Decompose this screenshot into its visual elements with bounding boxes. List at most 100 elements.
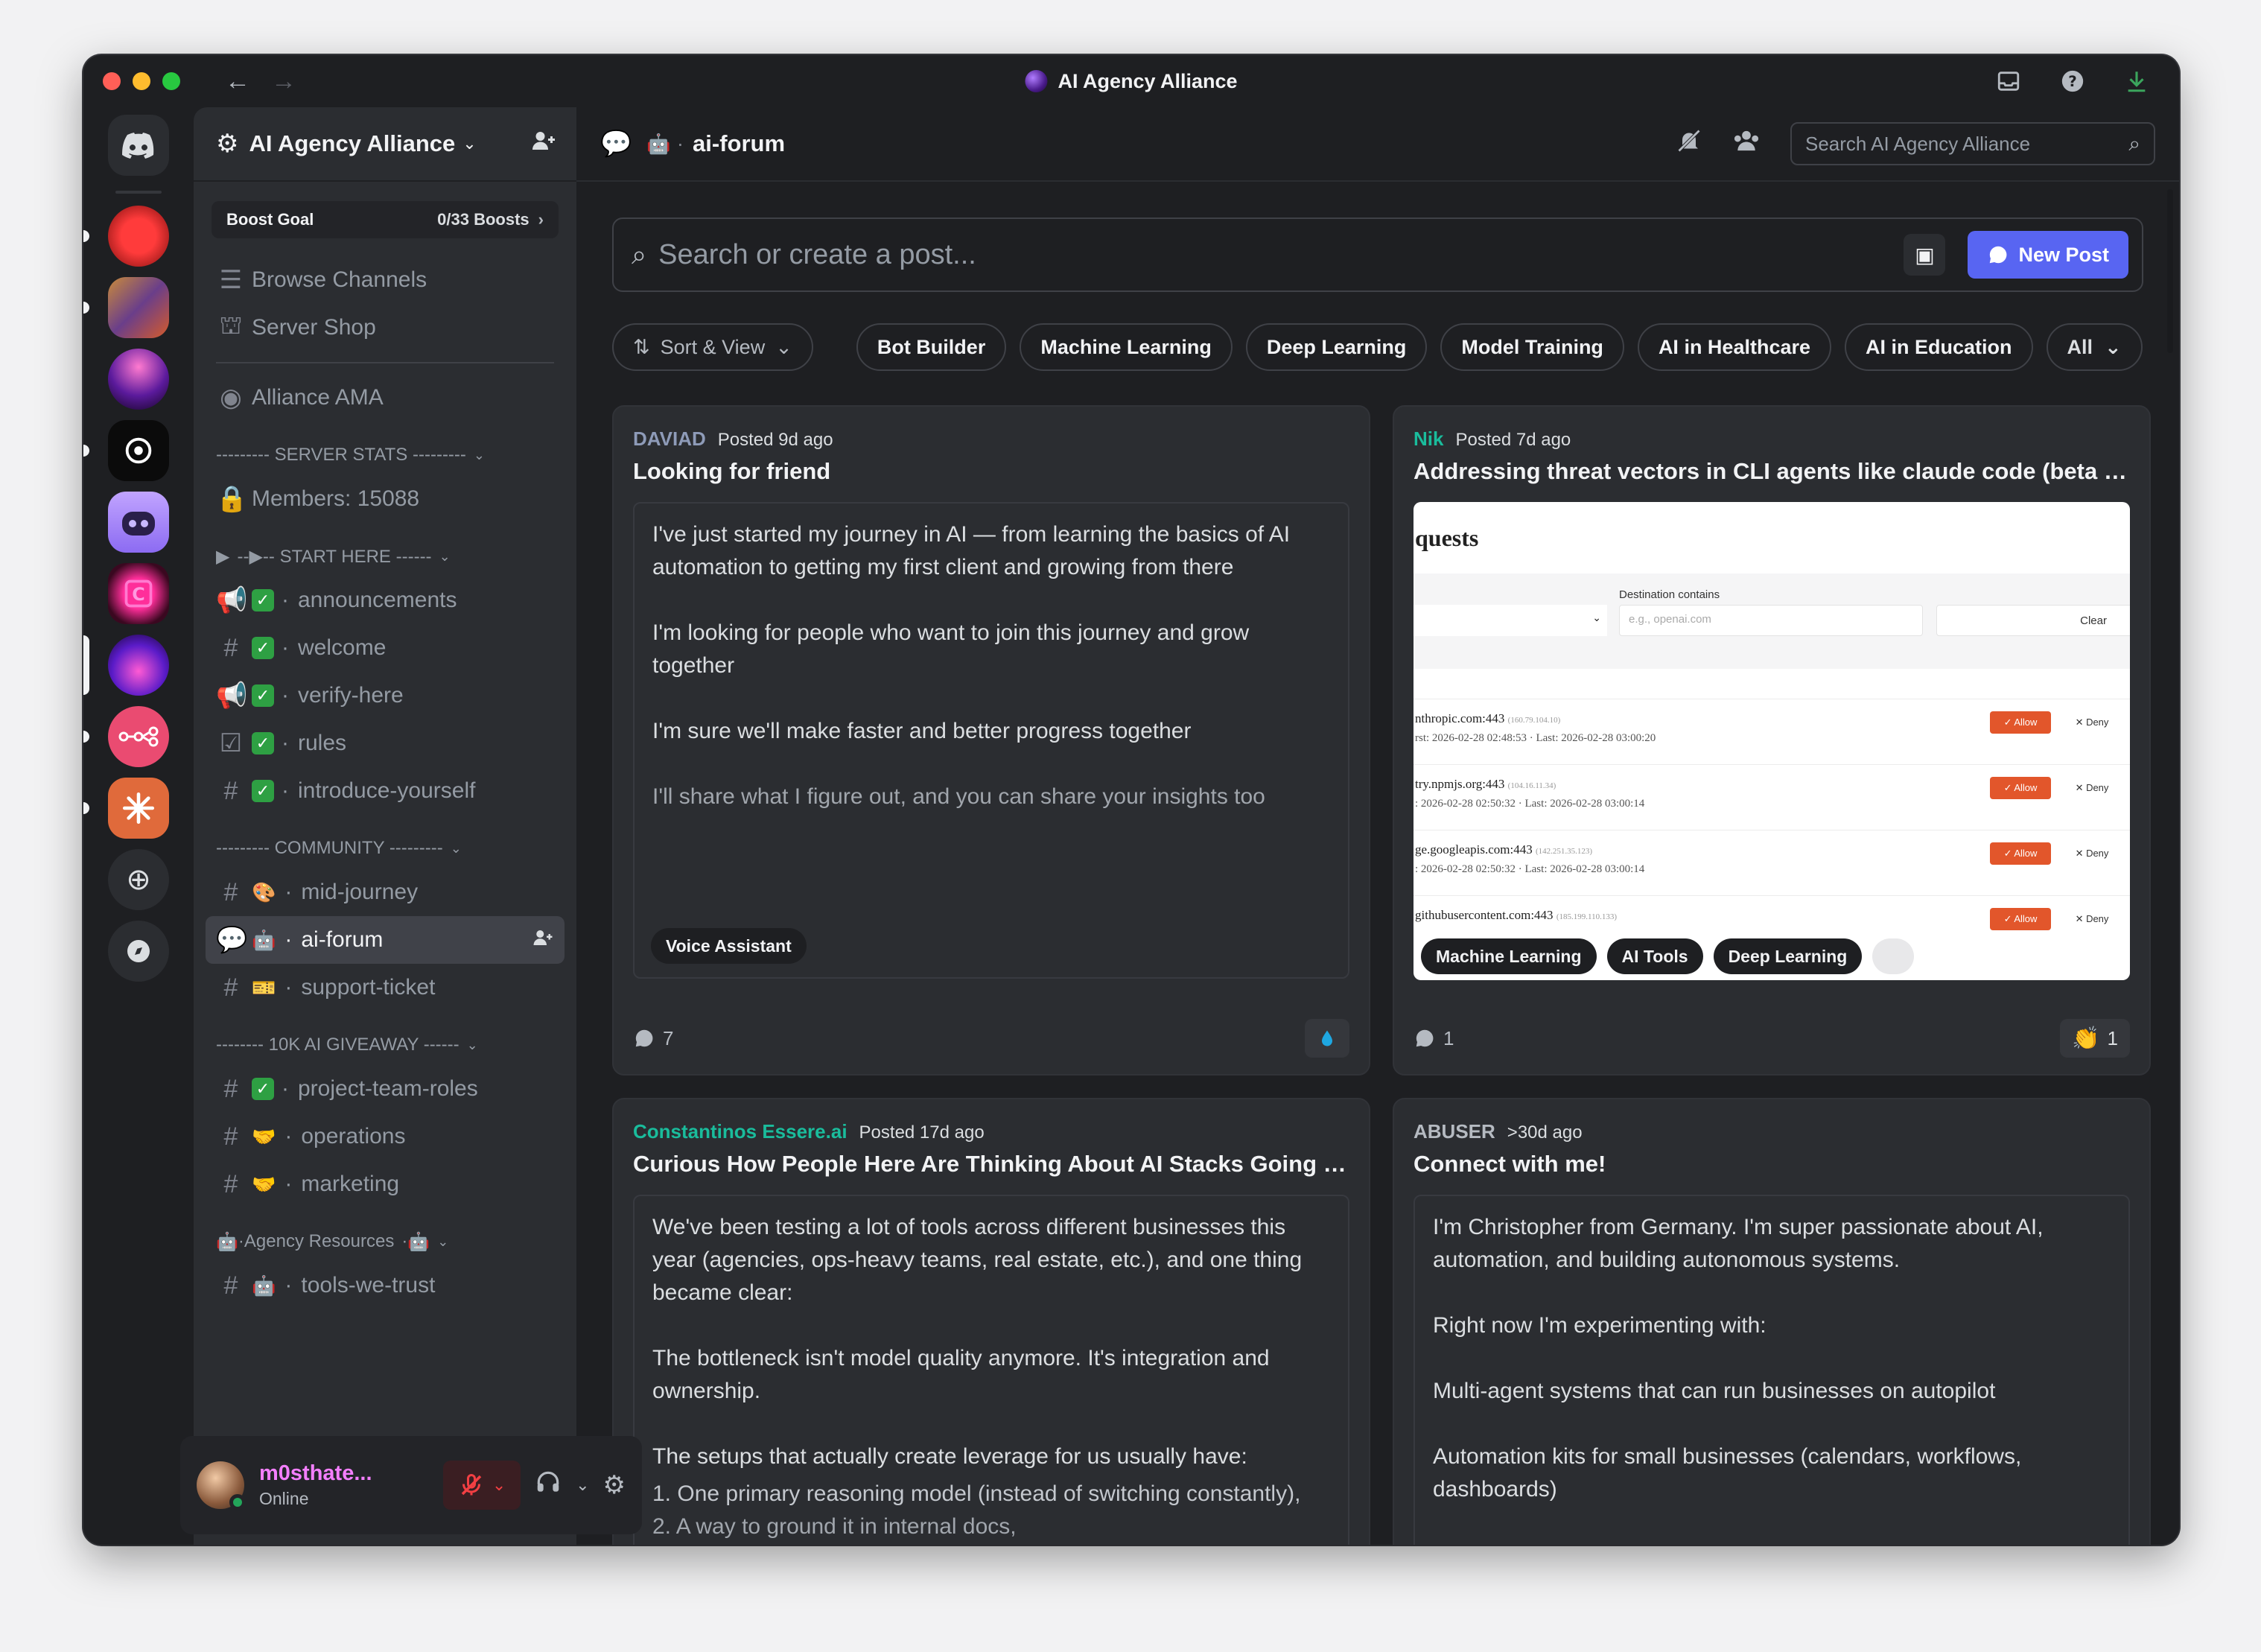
post-tag[interactable]: AI Tools (1606, 938, 1703, 974)
svg-text:?: ? (2068, 73, 2077, 90)
tag-filter[interactable]: Bot Builder (856, 323, 1007, 371)
reaction-button[interactable] (1305, 1019, 1349, 1058)
tag-filter[interactable]: AI in Healthcare (1637, 323, 1832, 371)
category-agency-resources[interactable]: 🤖 · Agency Resources · 🤖 ⌄ (206, 1221, 565, 1262)
server-header[interactable]: ⚙ AI Agency Alliance ⌄ (194, 107, 576, 182)
server-n8n[interactable] (83, 706, 169, 767)
server-ai-agency-alliance[interactable] (83, 635, 169, 696)
close-window-button[interactable] (103, 72, 121, 90)
category-giveaway[interactable]: -------- 10K AI GIVEAWAY ------ ⌄ (206, 1025, 565, 1065)
discord-logo-icon (122, 133, 154, 159)
chevron-right-icon: › (538, 210, 544, 229)
post-tag[interactable]: Voice Assistant (651, 928, 807, 964)
post-card[interactable]: ABUSER >30d ago Connect with me! I'm Chr… (1393, 1098, 2151, 1545)
minimize-window-button[interactable] (133, 72, 150, 90)
channel-support-ticket[interactable]: # 🎫 · support-ticket (206, 964, 565, 1011)
post-author[interactable]: Nik (1413, 428, 1443, 451)
headphones-icon[interactable] (534, 1468, 562, 1503)
user-info[interactable]: m0sthate... Online (259, 1461, 372, 1509)
post-author[interactable]: ABUSER (1413, 1120, 1495, 1143)
all-tags-dropdown[interactable]: All ⌄ (2046, 323, 2143, 371)
channel-marketing[interactable]: # 🤝 · marketing (206, 1160, 565, 1208)
preview-deny: ✕ Deny (2075, 717, 2109, 728)
boost-goal-bar[interactable]: Boost Goal 0/33 Boosts › (212, 201, 559, 238)
channel-alliance-ama[interactable]: ◉ Alliance AMA (206, 374, 565, 422)
post-tag[interactable]: Deep Learning (1713, 938, 1863, 974)
chevron-down-icon[interactable]: ⌄ (492, 1475, 506, 1495)
channel-verify-here[interactable]: 📢 ✓ · verify-here (206, 672, 565, 719)
category-server-stats[interactable]: --------- SERVER STATS --------- ⌄ (206, 435, 565, 475)
invite-to-channel-icon[interactable] (532, 927, 554, 954)
channel-operations[interactable]: # 🤝 · operations (206, 1113, 565, 1160)
server-bot-face[interactable] (108, 492, 169, 553)
robot-face-icon (122, 512, 155, 536)
post-card[interactable]: DAVIAD Posted 9d ago Looking for friend … (612, 405, 1370, 1076)
separator-dot: · (282, 683, 289, 708)
avatar[interactable] (197, 1461, 246, 1510)
more-tags-pill[interactable] (1872, 938, 1915, 974)
post-search-input[interactable]: ⌕ Search or create a post... ▣ New Post (612, 217, 2143, 292)
post-image-preview[interactable]: quests Destination contains ⌄ e.g., open… (1413, 502, 2130, 980)
server-eleven[interactable] (83, 420, 169, 481)
post-card[interactable]: Constantinos Essere.ai Posted 17d ago Cu… (612, 1098, 1370, 1545)
chevron-down-icon: ⌄ (466, 1037, 478, 1052)
user-settings-gear-icon[interactable]: ⚙ (603, 1470, 626, 1500)
server-red-robot[interactable] (83, 206, 169, 267)
server-search-input[interactable]: Search AI Agency Alliance ⌕ (1790, 122, 2155, 165)
check-emoji-icon: ✓ (252, 732, 274, 754)
post-tag[interactable]: Machine Learning (1421, 938, 1597, 974)
channel-mid-journey[interactable]: # 🎨 · mid-journey (206, 868, 565, 916)
tag-filter[interactable]: Model Training (1440, 323, 1624, 371)
channel-tools-we-trust[interactable]: # 🤖 · tools-we-trust (206, 1262, 565, 1309)
post-author[interactable]: Constantinos Essere.ai (633, 1120, 848, 1143)
channel-project-team-roles[interactable]: # ✓ · project-team-roles (206, 1065, 565, 1113)
category-label: --------- COMMUNITY --------- (216, 838, 443, 858)
server-neon-c[interactable]: C (108, 563, 169, 624)
category-start-here[interactable]: ▶ --▶-- START HERE ------ ⌄ (206, 536, 565, 576)
channel-ai-forum[interactable]: 💬 🤖 · ai-forum (206, 916, 565, 964)
notifications-muted-icon[interactable] (1676, 127, 1702, 160)
tag-filter[interactable]: Machine Learning (1020, 323, 1233, 371)
post-body: I'm Christopher from Germany. I'm super … (1413, 1195, 2130, 1545)
tag-filter[interactable]: AI in Education (1845, 323, 2033, 371)
new-post-button[interactable]: New Post (1968, 231, 2128, 279)
help-icon[interactable]: ? (2057, 66, 2088, 97)
add-server-button[interactable]: ⊕ (108, 849, 169, 910)
server-art[interactable] (83, 277, 169, 338)
back-arrow-icon[interactable]: ← (225, 67, 250, 96)
invite-people-icon[interactable] (530, 127, 557, 160)
chevron-down-icon: ⌄ (437, 1233, 449, 1249)
sort-view-button[interactable]: ⇅ Sort & View ⌄ (612, 323, 813, 371)
mute-button[interactable]: ⌄ (443, 1461, 521, 1510)
scrollbar[interactable] (2167, 189, 2173, 353)
chevron-down-icon[interactable]: ⌄ (576, 1475, 589, 1495)
tag-filter[interactable]: Deep Learning (1245, 323, 1428, 371)
unread-indicator (83, 230, 89, 242)
post-author[interactable]: DAVIAD (633, 428, 706, 451)
post-card[interactable]: Nik Posted 7d ago Addressing threat vect… (1393, 405, 2151, 1076)
reaction-button[interactable]: 👏 1 (2060, 1019, 2130, 1058)
channel-welcome[interactable]: # ✓ · welcome (206, 624, 565, 672)
download-icon[interactable] (2121, 66, 2152, 97)
search-icon: ⌕ (2128, 131, 2140, 155)
channel-announcements[interactable]: 📢 ✓ · announcements (206, 576, 565, 624)
image-icon[interactable]: ▣ (1904, 234, 1946, 276)
online-status-dot (229, 1494, 246, 1510)
member-list-icon[interactable] (1732, 127, 1761, 160)
post-paragraph: I've just started my journey in AI — fro… (652, 522, 1291, 579)
forward-arrow-icon[interactable]: → (271, 67, 296, 96)
direct-messages-button[interactable] (108, 115, 169, 176)
inbox-icon[interactable] (1993, 66, 2024, 97)
channel-members[interactable]: 🔒 Members: 15088 (206, 475, 565, 523)
browse-channels[interactable]: ☰ Browse Channels (206, 256, 565, 304)
separator-dot: · (282, 588, 289, 612)
zoom-window-button[interactable] (162, 72, 180, 90)
discover-button[interactable] (108, 921, 169, 982)
server-claude[interactable] (83, 778, 169, 839)
post-time: Posted 17d ago (859, 1122, 985, 1143)
category-community[interactable]: --------- COMMUNITY --------- ⌄ (206, 828, 565, 868)
channel-introduce-yourself[interactable]: # ✓ · introduce-yourself (206, 767, 565, 815)
channel-rules[interactable]: ☑ ✓ · rules (206, 719, 565, 767)
server-orb[interactable] (108, 349, 169, 410)
server-shop[interactable]: ⛫ Server Shop (206, 304, 565, 352)
